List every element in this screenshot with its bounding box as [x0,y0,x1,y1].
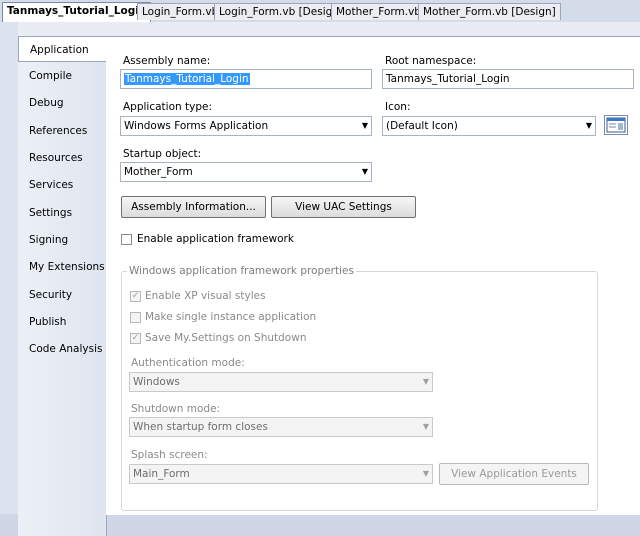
enable-application-framework-label: Enable application framework [137,233,294,245]
nav-item-publish[interactable]: Publish [18,309,106,335]
nav-item-settings[interactable]: Settings [18,200,106,226]
window-icon [606,117,626,133]
authentication-mode-label: Authentication mode: [131,357,245,369]
assembly-name-input[interactable]: Tanmays_Tutorial_Login [120,69,372,89]
shutdown-mode-label: Shutdown mode: [131,403,221,415]
tab-login-form-code[interactable]: Login_Form.vb [137,3,224,20]
icon-label: Icon: [385,101,411,113]
splash-screen-select[interactable]: Main_Form ▼ [129,464,433,484]
dropdown-arrow-icon: ▼ [361,167,368,176]
single-instance-checkbox[interactable] [130,312,141,323]
nav-item-services[interactable]: Services [18,172,106,198]
nav-item-references[interactable]: References [18,118,106,144]
enable-xp-styles-checkbox[interactable]: ✓ [130,291,141,302]
enable-xp-styles-label: Enable XP visual styles [145,290,266,302]
dropdown-arrow-icon: ▼ [361,121,368,130]
application-icon-preview [604,115,628,135]
left-strip [0,22,18,514]
startup-object-value: Mother_Form [124,166,193,178]
startup-object-label: Startup object: [123,148,202,160]
save-settings-label: Save My.Settings on Shutdown [145,332,307,344]
splash-screen-label: Splash screen: [131,449,208,461]
application-page: Assembly name: Tanmays_Tutorial_Login Ro… [106,36,640,515]
enable-application-framework-checkbox[interactable] [121,234,132,245]
icon-value: (Default Icon) [386,120,458,132]
assembly-name-label: Assembly name: [123,55,211,67]
save-settings-checkbox[interactable]: ✓ [130,333,141,344]
root-namespace-input[interactable]: Tanmays_Tutorial_Login [382,69,634,89]
nav-item-debug[interactable]: Debug [18,90,106,116]
check-icon: ✓ [131,333,140,343]
dropdown-arrow-icon: ▼ [422,377,429,386]
assembly-name-value: Tanmays_Tutorial_Login [124,73,250,85]
icon-select[interactable]: (Default Icon) ▼ [382,116,596,136]
tab-mother-form-design[interactable]: Mother_Form.vb [Design] [418,3,561,20]
assembly-information-button[interactable]: Assembly Information... [121,196,266,218]
view-application-events-button[interactable]: View Application Events [439,463,589,485]
tab-login-form-design[interactable]: Login_Form.vb [Design] [214,3,349,20]
authentication-mode-value: Windows [133,376,180,388]
project-designer: Application Compile Debug References Res… [0,22,640,536]
shutdown-mode-value: When startup form closes [133,421,268,433]
tab-project-properties[interactable]: Tanmays_Tutorial_Login [2,2,152,22]
check-icon: ✓ [131,291,140,301]
dropdown-arrow-icon: ▼ [422,469,429,478]
nav-item-resources[interactable]: Resources [18,145,106,171]
tab-mother-form-code[interactable]: Mother_Form.vb [331,3,426,20]
view-uac-settings-button[interactable]: View UAC Settings [271,196,416,218]
splash-screen-value: Main_Form [133,468,190,480]
authentication-mode-select[interactable]: Windows ▼ [129,372,433,392]
nav-item-my-extensions[interactable]: My Extensions [18,254,106,280]
nav-item-compile[interactable]: Compile [18,63,106,89]
nav-item-application[interactable]: Application [18,36,107,62]
shutdown-mode-select[interactable]: When startup form closes ▼ [129,417,433,437]
framework-properties-title: Windows application framework properties [127,265,356,277]
nav-item-signing[interactable]: Signing [18,227,106,253]
nav-item-code-analysis[interactable]: Code Analysis [18,336,106,362]
application-type-label: Application type: [123,101,212,113]
startup-object-select[interactable]: Mother_Form ▼ [120,162,372,182]
root-namespace-label: Root namespace: [385,55,477,67]
dropdown-arrow-icon: ▼ [422,422,429,431]
nav-item-security[interactable]: Security [18,282,106,308]
single-instance-label: Make single instance application [145,311,317,323]
dropdown-arrow-icon: ▼ [585,121,592,130]
property-page-nav: Application Compile Debug References Res… [18,36,107,536]
application-type-select[interactable]: Windows Forms Application ▼ [120,116,372,136]
document-tab-strip: Tanmays_Tutorial_Login Login_Form.vb Log… [0,0,640,23]
application-type-value: Windows Forms Application [124,120,269,132]
